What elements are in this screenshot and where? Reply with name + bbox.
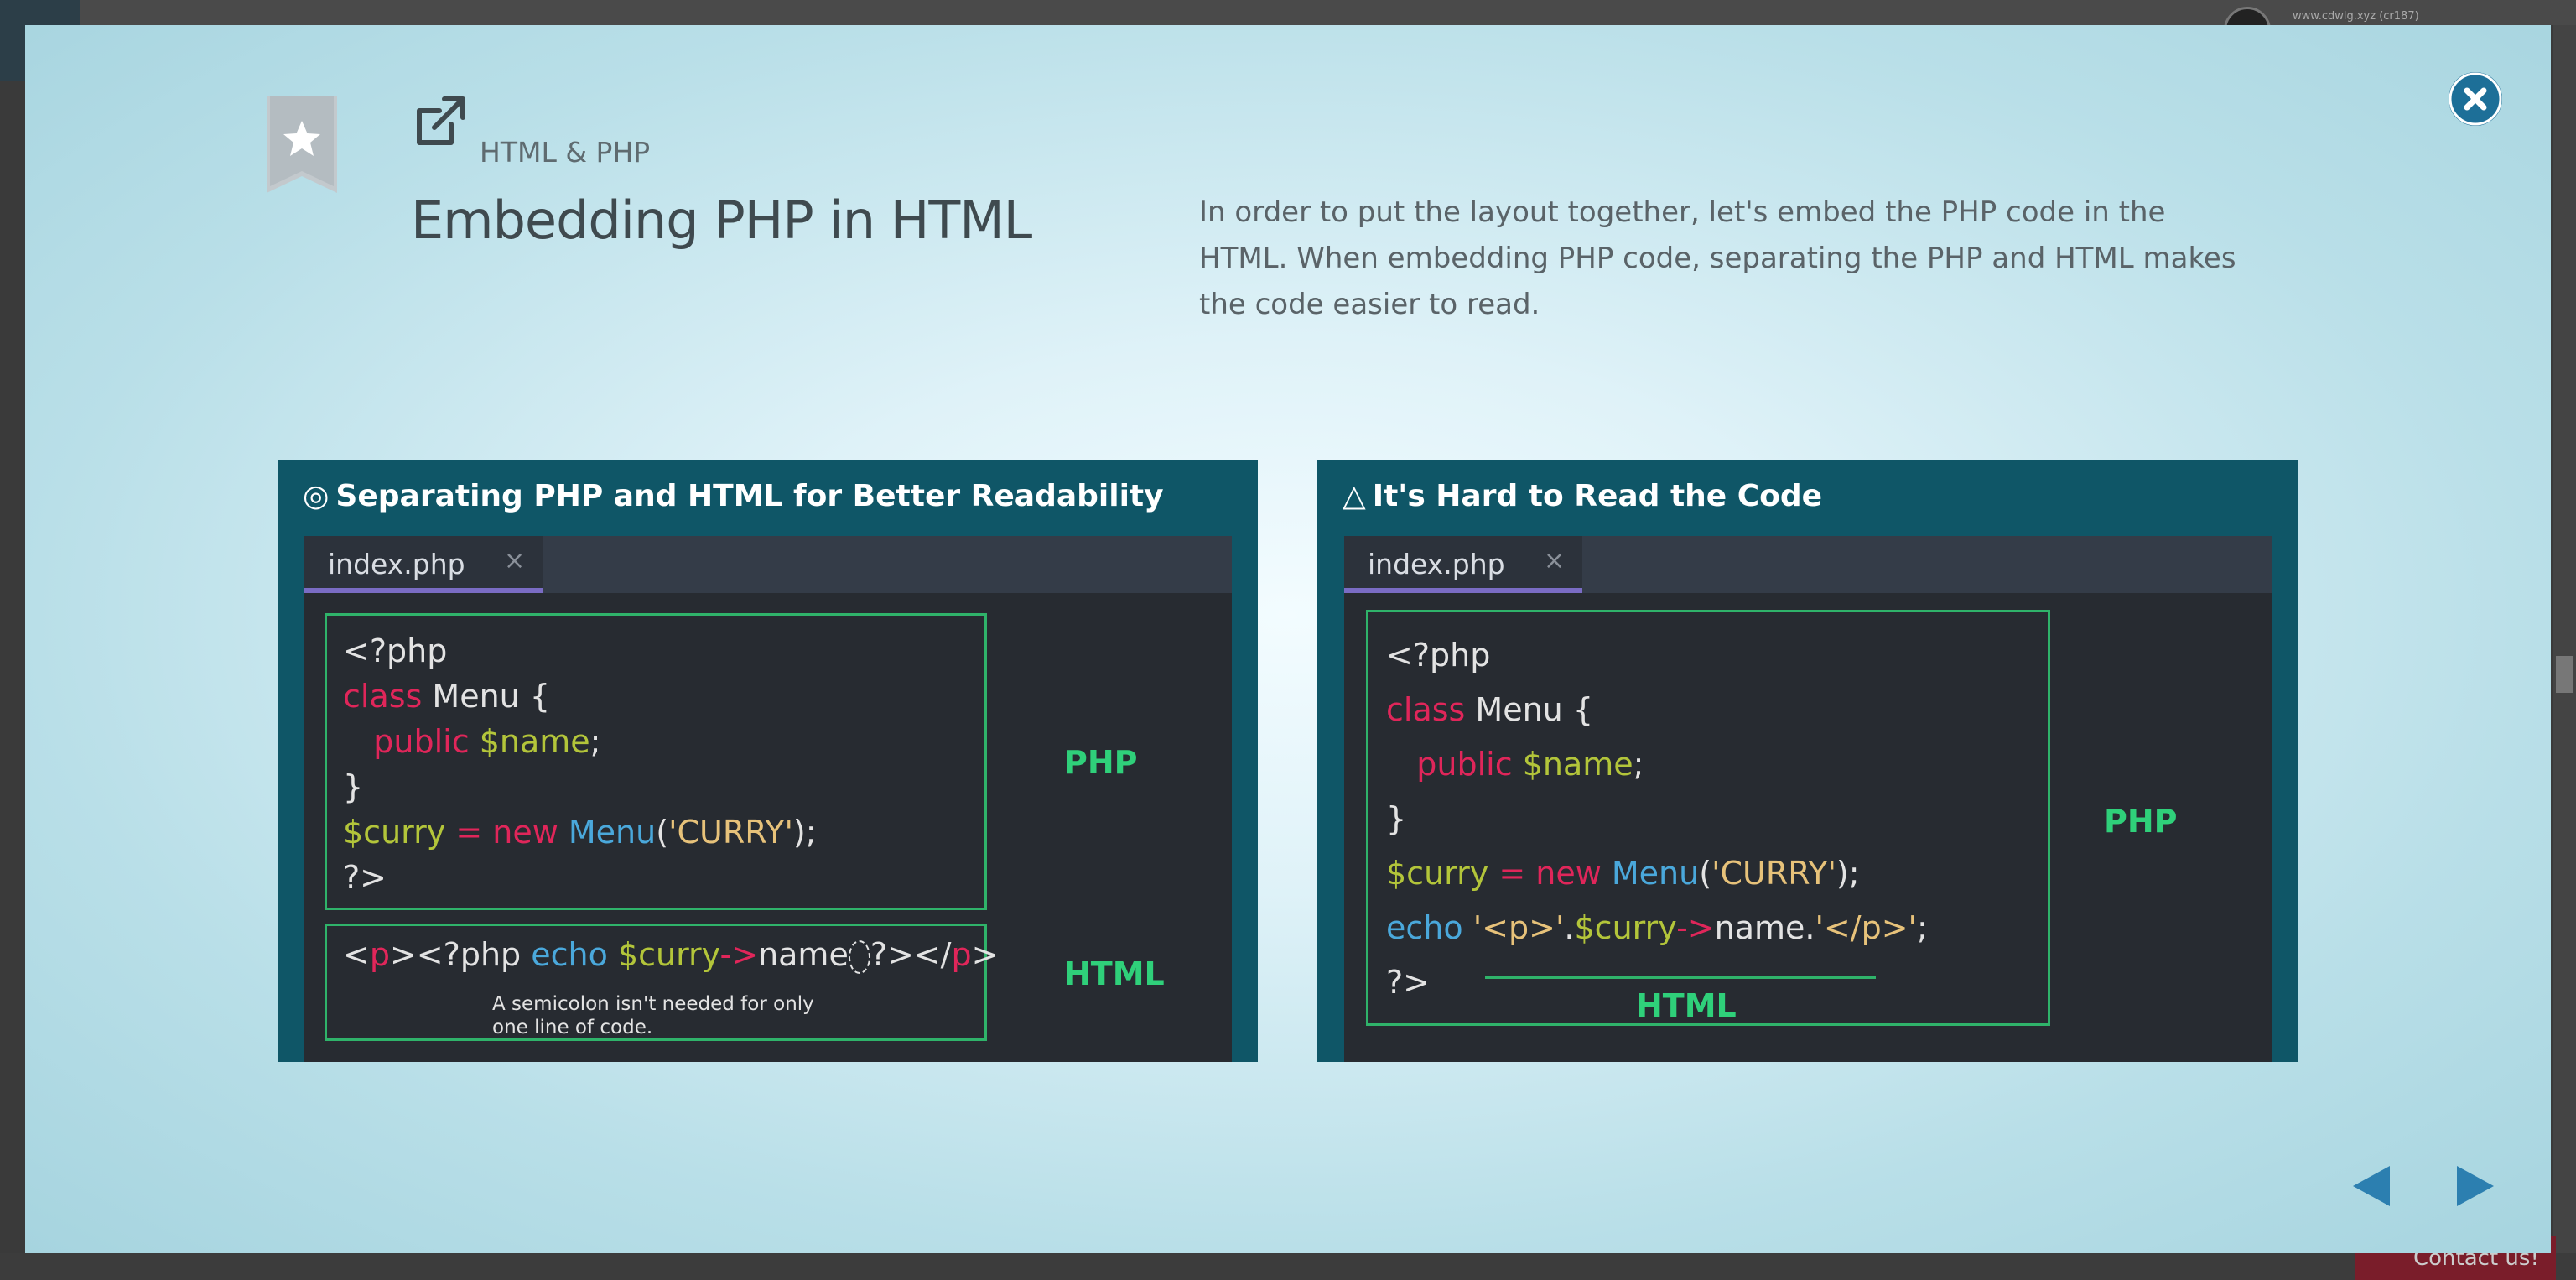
semicolon-note: A semicolon isn't needed for only one li… <box>492 993 814 1038</box>
tab-close-icon[interactable]: × <box>504 546 525 575</box>
lesson-description: In order to put the layout together, let… <box>1199 195 2236 321</box>
background-scrollbar <box>2553 25 2576 1253</box>
tab-index-php[interactable]: index.php × <box>1344 536 1582 593</box>
tab-close-icon[interactable]: × <box>1544 546 1565 575</box>
panel-heading-text: Separating PHP and HTML for Better Reada… <box>335 479 1164 513</box>
editor-tabbar: index.php × <box>304 536 1232 593</box>
html-label: HTML <box>1636 987 1737 1024</box>
tab-label: index.php <box>1368 548 1505 580</box>
lesson-title: Embedding PHP in HTML <box>411 190 1032 251</box>
php-label: PHP <box>1064 744 1138 781</box>
background-topbar <box>0 0 2576 25</box>
background-bottom-bar <box>0 1253 2576 1280</box>
tab-index-php[interactable]: index.php × <box>304 536 543 593</box>
lesson-category: HTML & PHP <box>480 136 651 169</box>
html-code-line: <p><?php echo $curry->name ?></p> <box>343 936 999 974</box>
background-scrollbar-thumb <box>2556 656 2573 693</box>
background-username: www.cdwlg.xyz (cr187) <box>2293 10 2419 23</box>
panel-heading: ◎ Separating PHP and HTML for Better Read… <box>303 479 1164 513</box>
close-button[interactable] <box>2449 72 2502 126</box>
triangle-icon: △ <box>1343 479 1366 513</box>
panel-heading-text: It's Hard to Read the Code <box>1372 479 1823 513</box>
tab-label: index.php <box>328 548 465 580</box>
panel-bad-example: △ It's Hard to Read the Code index.php × … <box>1317 460 2298 1062</box>
double-circle-icon: ◎ <box>303 479 330 513</box>
html-underline <box>1485 976 1876 979</box>
php-code-block: <?php class Menu { public $name;} $curry =… <box>343 632 817 896</box>
previous-slide-button[interactable] <box>2353 1166 2390 1206</box>
code-editor: index.php × <?php class Menu { public $na… <box>304 536 1232 1062</box>
lesson-modal: HTML & PHP Embedding PHP in HTML In orde… <box>25 25 2551 1253</box>
bookmark-star-icon[interactable] <box>267 96 337 193</box>
next-slide-button[interactable] <box>2457 1166 2494 1206</box>
editor-tabbar: index.php × <box>1344 536 2272 593</box>
html-label: HTML <box>1064 955 1165 992</box>
external-link-icon[interactable] <box>411 91 470 149</box>
mixed-code-block: <?php class Menu { public $name;} $curry =… <box>1386 637 1928 1001</box>
semicolon-placeholder <box>848 939 870 974</box>
code-editor: index.php × <?php class Menu { public $na… <box>1344 536 2272 1062</box>
php-label: PHP <box>2104 803 2178 840</box>
panel-heading: △ It's Hard to Read the Code <box>1343 479 1822 513</box>
panel-good-example: ◎ Separating PHP and HTML for Better Read… <box>278 460 1258 1062</box>
